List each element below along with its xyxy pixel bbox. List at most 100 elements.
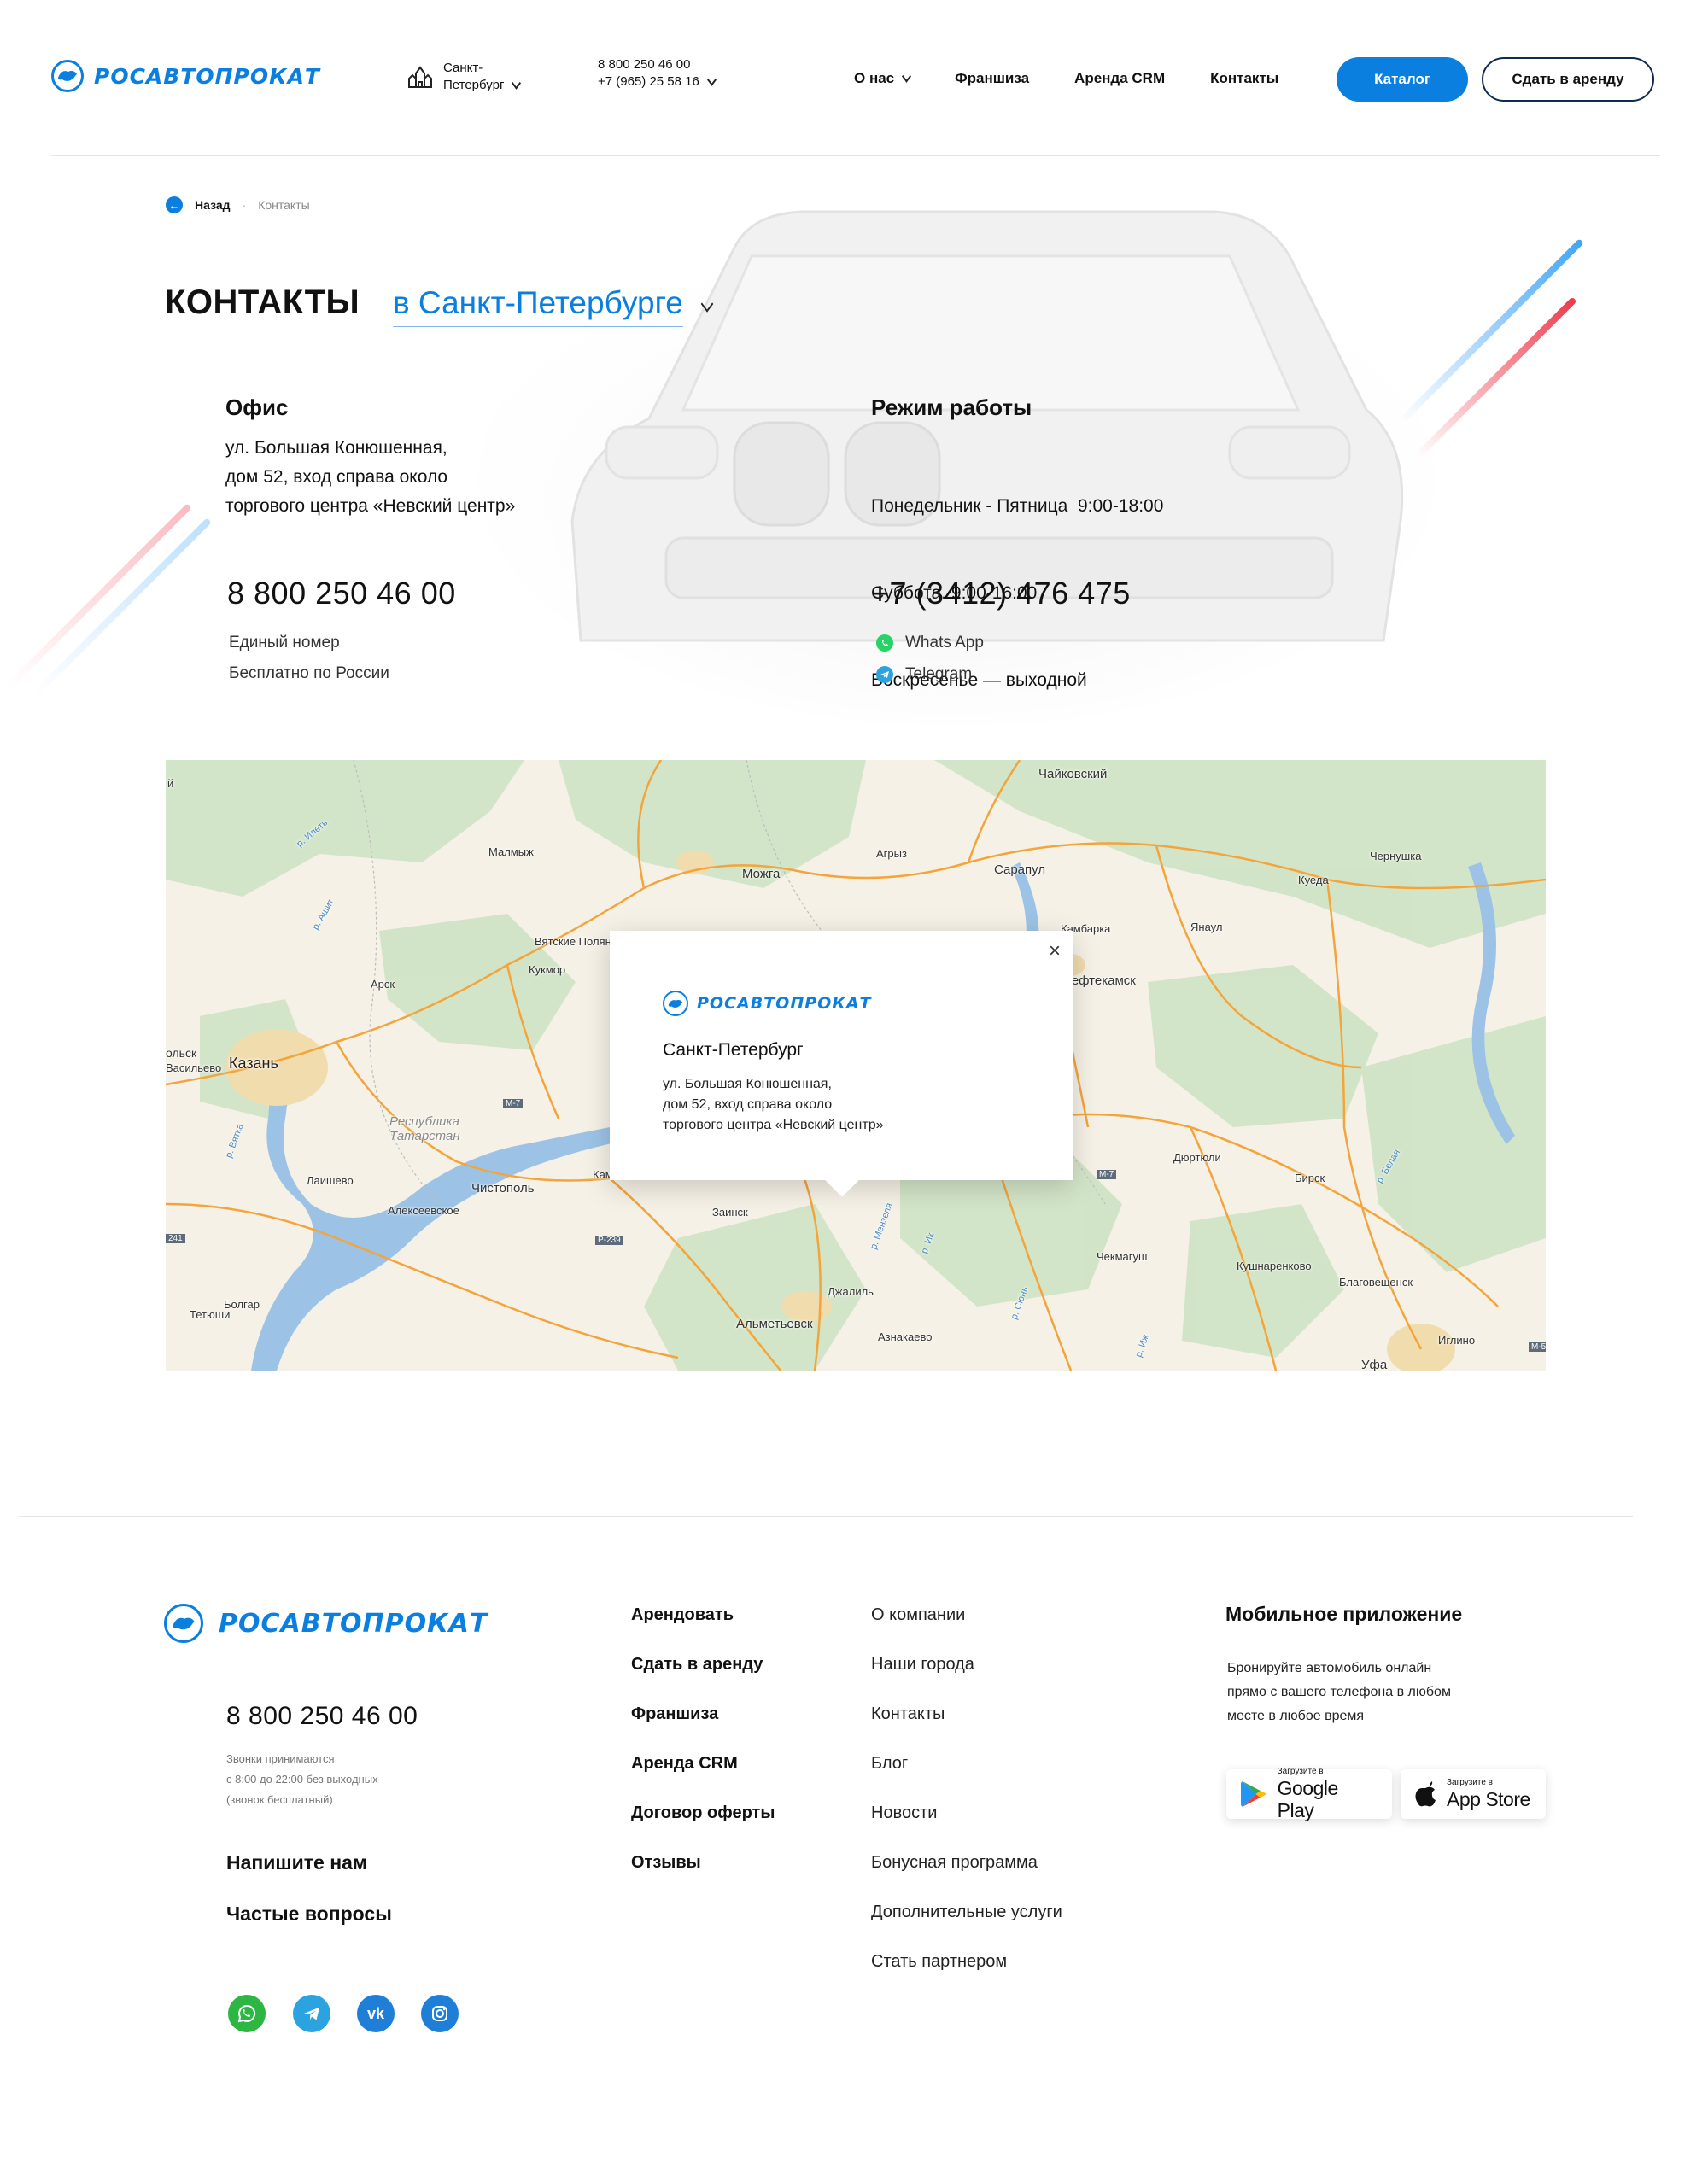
header-phone2[interactable]: +7 (965) 25 58 16	[598, 73, 699, 91]
whatsapp-social-icon[interactable]	[228, 1995, 266, 2032]
nav-about[interactable]: О нас	[854, 69, 912, 87]
map-label: Уфа	[1361, 1358, 1388, 1371]
telegram-link[interactable]: Telegram	[876, 665, 972, 684]
telegram-icon	[876, 666, 893, 683]
city-select-label: в Санкт-Петербурге	[393, 285, 683, 327]
phone-main[interactable]: 8 800 250 46 00	[227, 576, 456, 611]
nav-franchise[interactable]: Франшиза	[955, 70, 1029, 87]
map-label: Лаишево	[307, 1174, 354, 1187]
footer-link[interactable]: Наши города	[871, 1655, 1062, 1704]
map-road-label: Р-239	[595, 1236, 623, 1245]
google-play-button[interactable]: Загрузите в Google Play	[1226, 1767, 1392, 1821]
decor-stripe	[6, 503, 192, 689]
write-us-link[interactable]: Напишите нам	[226, 1851, 367, 1874]
map-label: Иглино	[1438, 1334, 1476, 1347]
map-region-line: Татарстан	[389, 1129, 460, 1143]
map-road-label: М-7	[503, 1099, 524, 1108]
office-heading: Офис	[225, 395, 289, 420]
app-store-button[interactable]: Загрузите в App Store	[1401, 1769, 1546, 1819]
close-icon[interactable]: ×	[1049, 939, 1061, 963]
map-label: Кушнаренково	[1237, 1260, 1312, 1272]
map-region-line: Республика	[389, 1114, 459, 1129]
vk-social-icon[interactable]: vk	[357, 1995, 395, 2032]
nav-contacts[interactable]: Контакты	[1210, 70, 1278, 87]
telegram-social-icon[interactable]	[293, 1995, 330, 2032]
office-address-line: дом 52, вход справа около	[225, 467, 448, 487]
city-select[interactable]: в Санкт-Петербурге	[393, 285, 714, 327]
footer-link[interactable]: Аренда CRM	[631, 1754, 775, 1803]
app-text-line: месте в любое время	[1227, 1709, 1365, 1723]
footer-link[interactable]: Бонусная программа	[871, 1853, 1062, 1903]
popup-logo-text: РОСАВТОПРОКАТ	[697, 994, 872, 1013]
breadcrumb-back[interactable]: Назад	[195, 198, 231, 212]
chevron-down-icon	[902, 69, 912, 83]
nav-crm[interactable]: Аренда CRM	[1074, 70, 1165, 87]
map-popup: × РОСАВТОПРОКАТ Санкт-Петербург ул. Боль…	[610, 931, 1073, 1197]
faq-link[interactable]: Частые вопросы	[226, 1903, 392, 1926]
map[interactable]: Чайковский Малмыж Можга Агрыз Сарапул Ку…	[166, 760, 1546, 1371]
footer-link[interactable]: Дополнительные услуги	[871, 1903, 1062, 1952]
footer-phone[interactable]: 8 800 250 46 00	[226, 1702, 418, 1731]
footer-link[interactable]: Блог	[871, 1754, 1062, 1803]
popup-address-line: дом 52, вход справа около	[663, 1097, 833, 1112]
app-heading: Мобильное приложение	[1225, 1603, 1463, 1625]
footer-col2: О компании Наши города Контакты Блог Нов…	[871, 1605, 1062, 2002]
footer-logo[interactable]: РОСАВТОПРОКАТ	[164, 1604, 488, 1643]
popup-address: ул. Большая Конюшенная, дом 52, вход спр…	[663, 1074, 884, 1136]
map-label: Можга	[742, 867, 781, 881]
phone-note-line: с 8:00 до 22:00 без выходных	[226, 1773, 378, 1786]
city-selector[interactable]: Санкт- Петербург	[407, 60, 522, 94]
footer-link[interactable]: О компании	[871, 1605, 1062, 1655]
phone-main-note2: Бесплатно по России	[229, 664, 389, 682]
map-label: Агрыз	[876, 847, 907, 860]
footer-link[interactable]: Франшиза	[631, 1704, 775, 1754]
google-play-icon	[1240, 1781, 1266, 1807]
map-label: Нефтекамск	[1062, 973, 1136, 988]
footer-link[interactable]: Новости	[871, 1803, 1062, 1853]
footer-phone-note: Звонки принимаются с 8:00 до 22:00 без в…	[226, 1749, 378, 1810]
footer-link[interactable]: Отзывы	[631, 1853, 775, 1903]
phone-main-note1: Единый номер	[229, 634, 340, 652]
telegram-label: Telegram	[905, 665, 973, 683]
map-label: Альметьевск	[736, 1317, 813, 1331]
popup-logo: РОСАВТОПРОКАТ	[663, 991, 872, 1016]
city-line1: Санкт-	[443, 61, 483, 75]
footer-link[interactable]: Договор оферты	[631, 1803, 775, 1853]
map-label: Чернушка	[1370, 850, 1422, 862]
popup-address-line: ул. Большая Конюшенная,	[663, 1077, 832, 1091]
footer-link[interactable]: Арендовать	[631, 1605, 775, 1655]
map-label: ольск	[166, 1046, 197, 1060]
instagram-social-icon[interactable]	[421, 1995, 459, 2032]
map-label: Вятские Поляны	[535, 935, 620, 948]
logo-globe-icon	[51, 60, 84, 92]
header-phone1[interactable]: 8 800 250 46 00	[598, 56, 716, 73]
back-arrow-icon[interactable]: ←	[166, 196, 183, 213]
header-logo[interactable]: РОСАВТОПРОКАТ	[51, 60, 320, 92]
map-label: Благовещенск	[1339, 1276, 1413, 1289]
whatsapp-link[interactable]: Whats App	[876, 634, 984, 652]
apple-icon	[1415, 1781, 1436, 1807]
header-phones[interactable]: 8 800 250 46 00 +7 (965) 25 58 16	[598, 56, 717, 91]
map-label: Чистополь	[471, 1181, 535, 1195]
rent-out-button[interactable]: Сдать в аренду	[1482, 57, 1654, 102]
map-label: Чайковский	[1038, 767, 1108, 781]
footer-link[interactable]: Контакты	[871, 1704, 1062, 1754]
map-label: Малмыж	[488, 845, 534, 858]
map-road-label: М-5	[1529, 1342, 1546, 1352]
phone-local[interactable]: +7 (3412) 476 475	[871, 576, 1131, 611]
main-nav: О нас Франшиза Аренда CRM Контакты	[854, 69, 1278, 87]
logo-globe-icon	[164, 1604, 203, 1643]
footer-link[interactable]: Стать партнером	[871, 1952, 1062, 2002]
footer-link[interactable]: Сдать в аренду	[631, 1655, 775, 1704]
footer-divider	[19, 1516, 1633, 1517]
city-line2: Петербург	[443, 78, 505, 92]
google-play-big: Google Play	[1277, 1777, 1339, 1821]
app-text-line: прямо с вашего телефона в любом	[1227, 1685, 1451, 1699]
catalog-button[interactable]: Каталог	[1337, 57, 1468, 102]
logo-text: РОСАВТОПРОКАТ	[94, 63, 320, 89]
breadcrumb-current: Контакты	[258, 198, 310, 212]
app-store-small: Загрузите в	[1447, 1778, 1493, 1787]
office-address: ул. Большая Конюшенная, дом 52, вход спр…	[225, 434, 515, 521]
map-label-kazan: Казань	[229, 1055, 278, 1072]
popup-city: Санкт-Петербург	[663, 1040, 804, 1060]
